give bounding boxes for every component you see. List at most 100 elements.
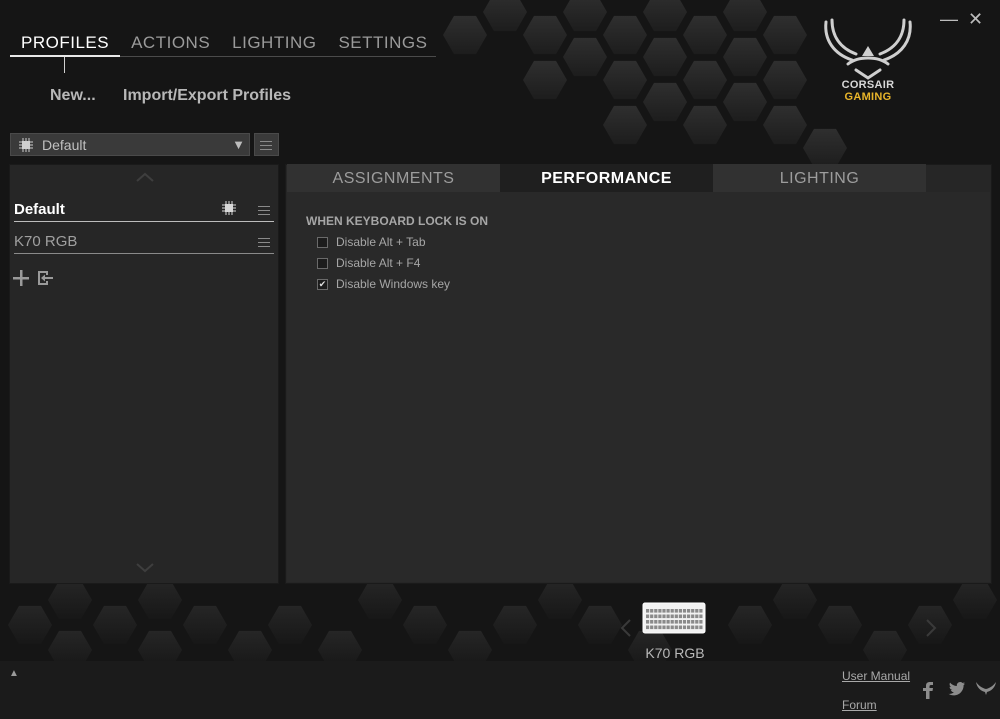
keyboard-key: [687, 609, 691, 613]
hex-tile: [563, 0, 607, 32]
facebook-icon[interactable]: [922, 681, 934, 699]
keyboard-key: [699, 625, 703, 630]
keyboard-key: [687, 620, 691, 624]
hex-tile: [538, 580, 582, 620]
profile-item-k70-rgb[interactable]: K70 RGB: [14, 228, 274, 254]
nav-connector: [64, 57, 65, 73]
keyboard-key: [650, 625, 654, 630]
keyboard-key: [678, 614, 682, 619]
hex-tile: [603, 105, 647, 145]
keyboard-key: [682, 614, 687, 619]
keyboard-key: [682, 609, 687, 613]
keyboard-lock-heading: WHEN KEYBOARD LOCK IS ON: [306, 214, 489, 228]
profile-menu-button[interactable]: [254, 133, 279, 156]
minimize-button[interactable]: —: [940, 10, 958, 28]
hex-tile: [763, 105, 807, 145]
profile-select[interactable]: Default ▼: [10, 133, 250, 156]
disable-windows-key-checkbox[interactable]: ✔ Disable Windows key: [317, 277, 450, 291]
hex-tile: [683, 15, 727, 55]
keyboard-key: [650, 620, 654, 624]
new-profile-link[interactable]: New...: [50, 87, 96, 105]
hex-tile: [723, 37, 767, 77]
nav-actions[interactable]: ACTIONS: [120, 30, 221, 58]
nav-profiles[interactable]: PROFILES: [10, 30, 120, 58]
chevron-down-icon[interactable]: [136, 563, 154, 573]
profile-menu-icon[interactable]: [258, 206, 270, 218]
keyboard-key: [695, 614, 699, 619]
keyboard-key: [691, 609, 695, 613]
keyboard-key: [674, 609, 678, 613]
import-export-link[interactable]: Import/Export Profiles: [123, 87, 291, 105]
hex-tile: [93, 605, 137, 645]
twitter-icon[interactable]: [948, 681, 966, 697]
keyboard-key: [662, 620, 666, 624]
keyboard-key: [674, 614, 678, 619]
checkbox-box[interactable]: [317, 257, 328, 269]
hex-tile: [803, 128, 847, 168]
checkbox-box[interactable]: [317, 236, 328, 248]
keyboard-key: [678, 609, 682, 613]
keyboard-key: [695, 625, 699, 630]
profile-divider: [14, 253, 274, 254]
keyboard-key: [654, 614, 658, 619]
keyboard-key: [678, 620, 682, 624]
expand-up-icon[interactable]: ▲: [9, 668, 19, 679]
logo-text-gaming: GAMING: [844, 91, 892, 103]
hex-tile: [603, 60, 647, 100]
profile-list-panel: [9, 164, 279, 584]
add-icon[interactable]: [12, 269, 30, 287]
hex-tile: [578, 605, 622, 645]
profile-name: Default: [14, 201, 65, 218]
keyboard-key: [662, 625, 666, 630]
chevron-left-icon[interactable]: [620, 618, 632, 638]
keyboard-key: [699, 620, 703, 624]
hex-tile: [763, 60, 807, 100]
nav-lighting[interactable]: LIGHTING: [221, 30, 327, 58]
disable-alt-f4-checkbox[interactable]: Disable Alt + F4: [317, 256, 420, 270]
keyboard-key: [695, 609, 699, 613]
profile-menu-icon[interactable]: [258, 238, 270, 250]
top-nav: PROFILES ACTIONS LIGHTING SETTINGS: [10, 30, 438, 58]
forum-link[interactable]: Forum: [842, 698, 877, 712]
checkbox-label: Disable Windows key: [336, 277, 451, 291]
hex-tile: [403, 605, 447, 645]
chevron-right-icon[interactable]: [925, 618, 937, 638]
keyboard-key: [670, 609, 674, 613]
nav-active-indicator: [10, 55, 120, 57]
nav-settings[interactable]: SETTINGS: [327, 30, 438, 58]
chip-icon: [222, 201, 236, 215]
keyboard-key: [687, 614, 691, 619]
device-name: K70 RGB: [645, 645, 705, 661]
hex-tile: [683, 105, 727, 145]
profile-item-default[interactable]: Default: [14, 196, 274, 222]
import-icon[interactable]: [36, 269, 54, 287]
keyboard-icon[interactable]: [642, 602, 706, 634]
keyboard-key: [687, 625, 691, 630]
keyboard-key: [666, 620, 670, 624]
chevron-up-icon[interactable]: [136, 172, 154, 182]
keyboard-key: [654, 620, 658, 624]
hamburger-icon: [260, 141, 272, 153]
tab-lighting[interactable]: LIGHTING: [713, 164, 926, 192]
hex-tile: [683, 60, 727, 100]
tab-performance[interactable]: PERFORMANCE: [500, 164, 713, 192]
user-manual-link[interactable]: User Manual: [842, 669, 910, 683]
panel-tabs: ASSIGNMENTS PERFORMANCE LIGHTING: [287, 164, 927, 192]
keyboard-key: [650, 614, 654, 619]
checkbox-label: Disable Alt + Tab: [336, 235, 426, 249]
disable-alt-tab-checkbox[interactable]: Disable Alt + Tab: [317, 235, 426, 249]
keyboard-key: [670, 614, 674, 619]
hex-tile: [563, 37, 607, 77]
hex-tile: [443, 15, 487, 55]
close-button[interactable]: ✕: [968, 10, 983, 28]
keyboard-key: [674, 620, 678, 624]
keyboard-key: [666, 625, 670, 630]
tab-assignments[interactable]: ASSIGNMENTS: [287, 164, 500, 192]
hex-tile: [763, 15, 807, 55]
checkbox-label: Disable Alt + F4: [336, 256, 421, 270]
keyboard-key: [670, 620, 674, 624]
corsair-icon[interactable]: [975, 681, 997, 697]
checkbox-checked[interactable]: ✔: [317, 278, 328, 290]
hex-tile: [643, 37, 687, 77]
keyboard-key: [662, 609, 666, 613]
